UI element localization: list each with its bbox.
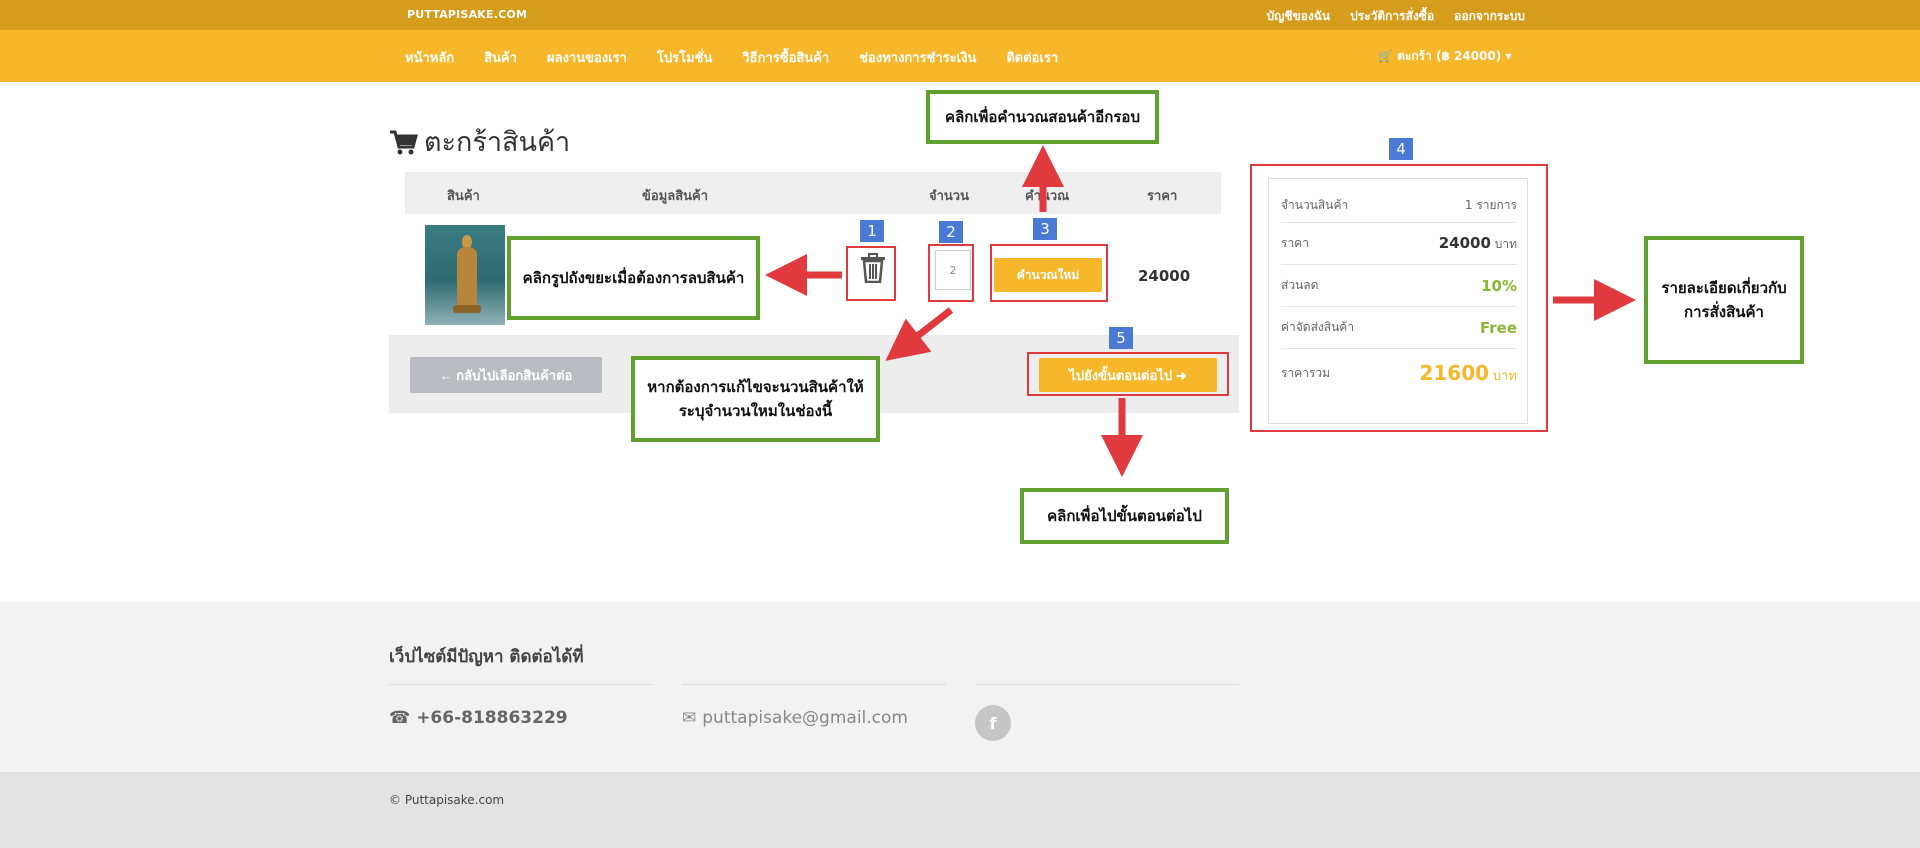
footer-divider	[682, 684, 946, 685]
phone-icon: ☎	[389, 708, 411, 728]
footer-email[interactable]: ✉ puttapisake@gmail.com	[682, 708, 908, 728]
footer-divider	[389, 684, 653, 685]
footer-phone: ☎ +66-818863229	[389, 708, 568, 728]
footer-divider	[975, 684, 1239, 685]
arrow-to-quantity-callout	[885, 307, 954, 361]
copyright-bar	[0, 772, 1920, 848]
facebook-icon[interactable]: f	[975, 705, 1011, 741]
phone-number: +66-818863229	[416, 708, 568, 728]
copyright-text: © Puttapisake.com	[389, 793, 505, 807]
email-address: puttapisake@gmail.com	[702, 708, 908, 728]
footer	[0, 602, 1920, 772]
envelope-icon: ✉	[682, 708, 697, 728]
footer-title: เว็ปไซต์มีปัญหา ติดต่อได้ที่	[389, 647, 584, 667]
